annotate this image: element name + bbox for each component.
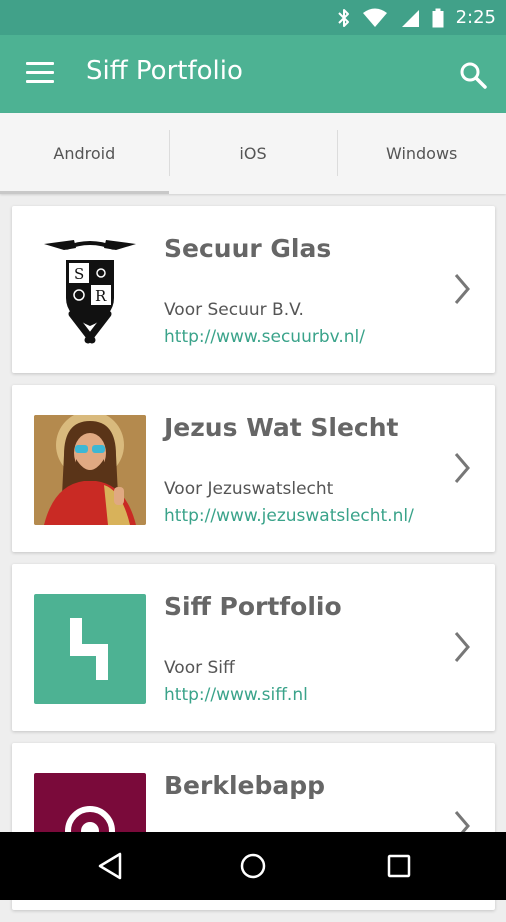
card-link[interactable]: http://www.jezuswatslecht.nl/	[164, 506, 414, 526]
recents-icon[interactable]	[384, 851, 414, 881]
bluetooth-icon	[337, 8, 349, 27]
wifi-icon	[362, 8, 387, 27]
chevron-right-icon	[454, 632, 470, 662]
status-bar: 2:25	[0, 0, 506, 35]
tab-ios[interactable]: iOS	[168, 113, 338, 194]
jezus-thumbnail	[34, 415, 146, 525]
svg-text:R: R	[95, 287, 107, 305]
siff-logo	[34, 594, 146, 704]
secuur-logo: S R	[34, 236, 146, 346]
status-time: 2:25	[455, 7, 496, 28]
search-icon[interactable]	[458, 60, 488, 90]
signal-icon	[401, 9, 419, 27]
chevron-right-icon	[454, 274, 470, 304]
home-icon[interactable]	[238, 851, 268, 881]
menu-icon[interactable]	[26, 62, 54, 84]
system-nav-bar	[0, 832, 506, 900]
app-title: Siff Portfolio	[86, 56, 243, 86]
card-title: Berklebapp	[164, 771, 326, 800]
card-title: Jezus Wat Slecht	[164, 413, 399, 442]
platform-tabs: Android iOS Windows	[0, 113, 506, 194]
card-subtitle: Voor Jezuswatslecht	[164, 479, 334, 499]
card-subtitle: Voor Secuur B.V.	[164, 300, 304, 320]
project-card-jezus-wat-slecht[interactable]: Jezus Wat Slecht Voor Jezuswatslecht htt…	[12, 385, 495, 552]
status-icons: 2:25	[337, 7, 496, 28]
back-icon[interactable]	[96, 851, 126, 881]
tab-android[interactable]: Android	[0, 113, 169, 194]
project-card-siff-portfolio[interactable]: Siff Portfolio Voor Siff http://www.siff…	[12, 564, 495, 731]
card-title: Siff Portfolio	[164, 592, 342, 621]
project-list: S R Secuur Glas Voor Secuur B.V. http://…	[12, 206, 495, 922]
project-card-secuur-glas[interactable]: S R Secuur Glas Voor Secuur B.V. http://…	[12, 206, 495, 373]
chevron-right-icon	[454, 453, 470, 483]
app-bar: Siff Portfolio	[0, 35, 506, 113]
svg-text:S: S	[74, 265, 84, 283]
card-title: Secuur Glas	[164, 234, 332, 263]
card-subtitle: Voor Siff	[164, 658, 235, 678]
tab-windows[interactable]: Windows	[337, 113, 506, 194]
battery-icon	[432, 8, 444, 27]
card-link[interactable]: http://www.siff.nl	[164, 685, 308, 705]
card-link[interactable]: http://www.secuurbv.nl/	[164, 327, 365, 347]
